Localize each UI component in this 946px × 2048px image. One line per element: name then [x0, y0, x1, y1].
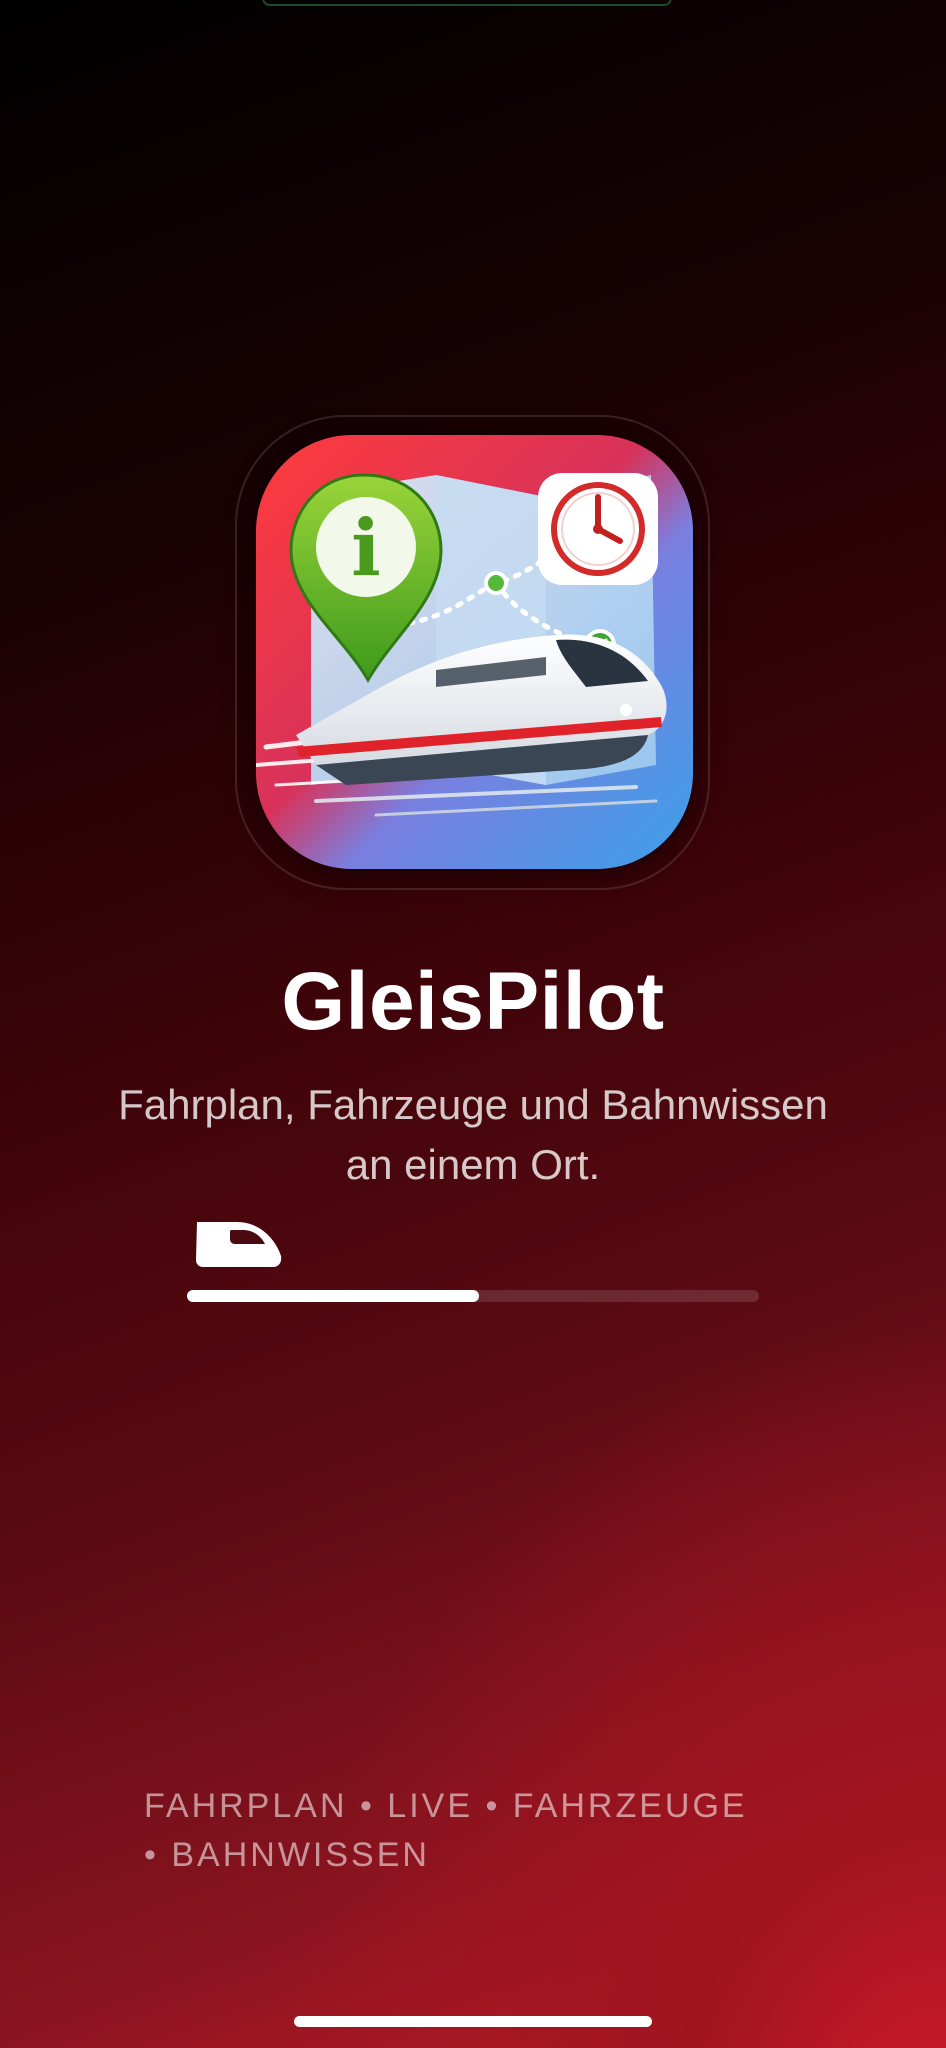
loading-progress-fill — [187, 1290, 479, 1302]
top-device-edge — [262, 0, 672, 6]
feature-list-line-1: FAHRPLAN • LIVE • FAHRZEUGE — [144, 1787, 748, 1825]
home-indicator[interactable] — [294, 2016, 652, 2027]
subtitle-line-2: an einem Ort. — [345, 1141, 601, 1188]
feature-list: FAHRPLAN • LIVE • FAHRZEUGE • BAHNWISSEN — [144, 1782, 824, 1880]
feature-list-line-2: • BAHNWISSEN — [144, 1836, 430, 1874]
train-front-icon — [191, 1218, 283, 1271]
app-subtitle: Fahrplan, Fahrzeuge und Bahnwissen an ei… — [0, 1075, 946, 1195]
loading-progress-bar — [187, 1290, 759, 1302]
subtitle-line-1: Fahrplan, Fahrzeuge und Bahnwissen — [118, 1081, 828, 1128]
app-title: GleisPilot — [281, 956, 665, 1047]
svg-text:i: i — [351, 503, 381, 594]
app-icon: i — [256, 435, 693, 869]
